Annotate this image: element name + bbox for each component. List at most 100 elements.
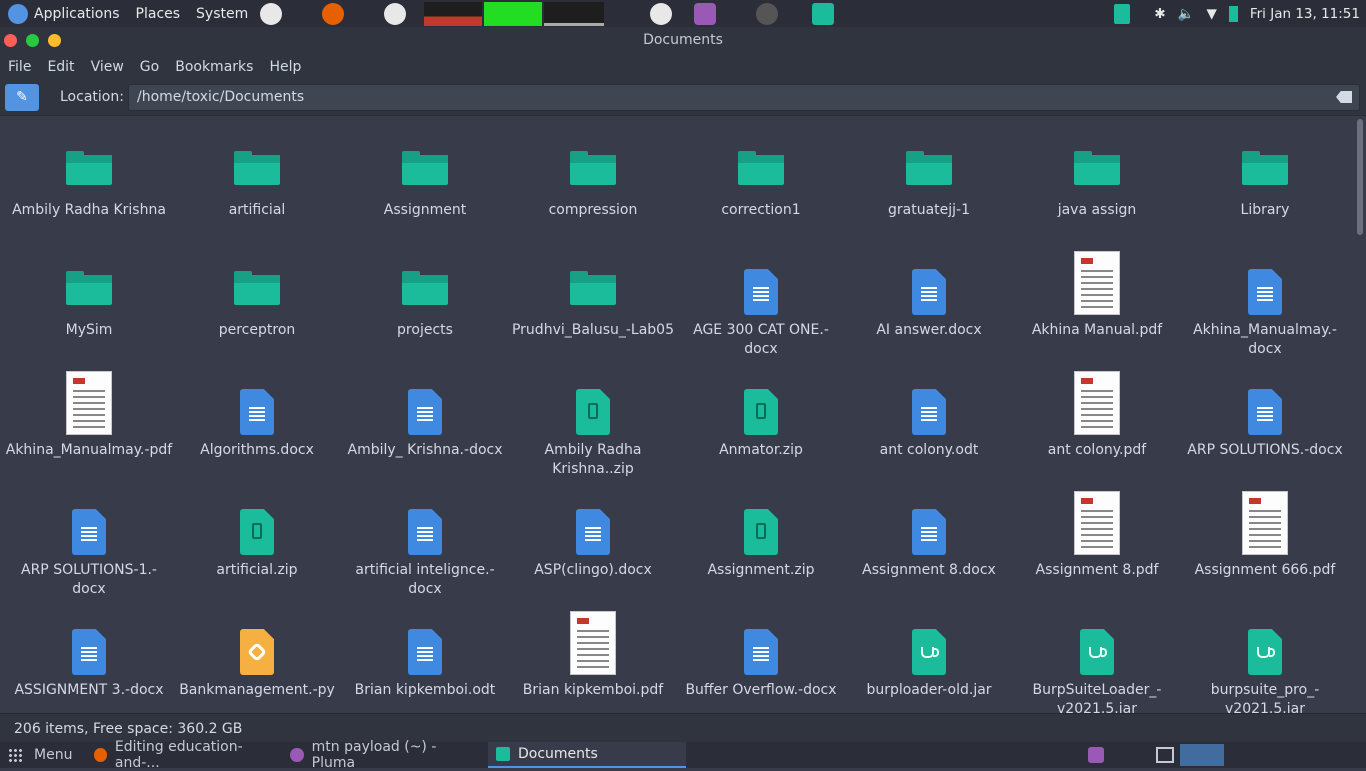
- edit-location-toggle-button[interactable]: ✎: [5, 84, 39, 111]
- file-item[interactable]: Bankmanagement.-py: [173, 609, 341, 700]
- menu-edit[interactable]: Edit: [39, 59, 82, 75]
- file-item[interactable]: Assignment: [341, 129, 509, 220]
- document-icon: [240, 389, 274, 435]
- file-name-label: Brian kipkemboi.pdf: [522, 682, 664, 698]
- launcher-icon-2[interactable]: [384, 2, 407, 25]
- folder-icon: [1242, 151, 1288, 185]
- file-item[interactable]: Assignment.zip: [677, 489, 845, 580]
- battery-icon[interactable]: [1228, 5, 1238, 22]
- file-item[interactable]: Prudhvi_Balusu_-Lab05: [509, 249, 677, 340]
- file-icon-view[interactable]: Ambily Radha Krishna artificial Assignment…: [0, 117, 1354, 713]
- file-item[interactable]: Anmator.zip: [677, 369, 845, 460]
- file-item[interactable]: Akhina_Manualmay.-pdf: [5, 369, 173, 460]
- task-firefox[interactable]: Editing education-and-...: [86, 739, 282, 771]
- java-archive-icon: [1080, 629, 1114, 675]
- file-name-label: projects: [397, 322, 453, 338]
- workspace-switcher-icon[interactable]: [1156, 747, 1174, 763]
- launcher-icon[interactable]: [260, 2, 283, 25]
- app-icon-1[interactable]: [650, 2, 673, 25]
- file-icon-holder: [173, 609, 341, 675]
- applications-menu[interactable]: Applications: [0, 0, 128, 27]
- file-icon-holder: [845, 489, 1013, 555]
- file-name-label: Bankmanagement.-py: [179, 682, 335, 698]
- folder-icon: [402, 271, 448, 305]
- file-item[interactable]: ASSIGNMENT 3.-docx: [5, 609, 173, 700]
- file-item[interactable]: perceptron: [173, 249, 341, 340]
- file-item[interactable]: compression: [509, 129, 677, 220]
- menu-help[interactable]: Help: [261, 59, 309, 75]
- menu-bookmarks[interactable]: Bookmarks: [167, 59, 261, 75]
- document-icon: [912, 269, 946, 315]
- file-icon-holder: [509, 249, 677, 315]
- file-item[interactable]: Buffer Overflow.-docx: [677, 609, 845, 700]
- file-manager-icon: [496, 747, 510, 761]
- file-item[interactable]: correction1: [677, 129, 845, 220]
- status-text: 206 items, Free space: 360.2 GB: [14, 721, 243, 737]
- file-item[interactable]: BurpSuiteLoader_-v2021.5.jar: [1013, 609, 1181, 713]
- file-item[interactable]: Ambily_ Krishna.-docx: [341, 369, 509, 460]
- file-item[interactable]: AI answer.docx: [845, 249, 1013, 340]
- file-item[interactable]: artificial: [173, 129, 341, 220]
- file-item[interactable]: Brian kipkemboi.odt: [341, 609, 509, 700]
- menu-view[interactable]: View: [83, 59, 132, 75]
- document-icon: [1248, 269, 1282, 315]
- system-menu[interactable]: System: [188, 0, 256, 27]
- file-item[interactable]: Akhina Manual.pdf: [1013, 249, 1181, 340]
- location-bar: ✎ Location: /home/toxic/Documents: [0, 80, 1366, 116]
- file-item[interactable]: Assignment 666.pdf: [1181, 489, 1349, 580]
- places-menu[interactable]: Places: [128, 0, 189, 27]
- file-item[interactable]: Brian kipkemboi.pdf: [509, 609, 677, 700]
- menu-file[interactable]: File: [0, 59, 39, 75]
- file-item[interactable]: AGE 300 CAT ONE.-docx: [677, 249, 845, 359]
- file-item[interactable]: ARP SOLUTIONS-1.-docx: [5, 489, 173, 599]
- file-icon-holder: [677, 249, 845, 315]
- file-item[interactable]: Ambily Radha Krishna..zip: [509, 369, 677, 479]
- file-item[interactable]: artificial intelignce.-docx: [341, 489, 509, 599]
- clock[interactable]: Fri Jan 13, 11:51: [1250, 6, 1360, 22]
- java-archive-icon: [912, 629, 946, 675]
- folder-icon: [234, 151, 280, 185]
- file-item[interactable]: java assign: [1013, 129, 1181, 220]
- folder-icon: [1074, 151, 1120, 185]
- file-item[interactable]: projects: [341, 249, 509, 340]
- pluma-tray-icon[interactable]: [1088, 747, 1104, 763]
- file-item[interactable]: ant colony.odt: [845, 369, 1013, 460]
- file-item[interactable]: ASP(clingo).docx: [509, 489, 677, 580]
- file-name-label: Akhina_Manualmay.-docx: [1193, 322, 1337, 357]
- terminal-icon[interactable]: [756, 2, 779, 25]
- volume-icon[interactable]: 🔈: [1178, 6, 1195, 22]
- text-editor-icon[interactable]: [694, 2, 717, 25]
- file-item[interactable]: Assignment 8.docx: [845, 489, 1013, 580]
- main-menu-button[interactable]: Menu: [0, 742, 86, 768]
- firefox-icon[interactable]: [322, 2, 345, 25]
- file-item[interactable]: Algorithms.docx: [173, 369, 341, 460]
- file-item[interactable]: ARP SOLUTIONS.-docx: [1181, 369, 1349, 460]
- firefox-icon: [94, 748, 107, 762]
- wifi-icon[interactable]: ▼: [1206, 6, 1216, 22]
- menu-go[interactable]: Go: [132, 59, 167, 75]
- file-icon-holder: [1013, 489, 1181, 555]
- window-titlebar[interactable]: Documents: [0, 27, 1366, 54]
- file-icon-holder: [341, 369, 509, 435]
- file-item[interactable]: Akhina_Manualmay.-docx: [1181, 249, 1349, 359]
- file-item[interactable]: MySim: [5, 249, 173, 340]
- workspace-active-icon[interactable]: [1180, 744, 1224, 766]
- file-manager-icon[interactable]: [812, 2, 835, 25]
- file-item[interactable]: gratuatejj-1: [845, 129, 1013, 220]
- file-item[interactable]: burploader-old.jar: [845, 609, 1013, 700]
- file-item[interactable]: artificial.zip: [173, 489, 341, 580]
- bluetooth-icon[interactable]: ✱: [1154, 6, 1165, 22]
- file-item[interactable]: Assignment 8.pdf: [1013, 489, 1181, 580]
- file-item[interactable]: burpsuite_pro_-v2021.5.jar: [1181, 609, 1349, 713]
- task-pluma[interactable]: mtn payload (~) - Pluma: [282, 739, 488, 771]
- applications-label: Applications: [34, 5, 120, 22]
- task-documents[interactable]: Documents: [488, 742, 686, 768]
- archive-icon: [240, 509, 274, 555]
- location-input[interactable]: /home/toxic/Documents: [128, 84, 1360, 111]
- file-item[interactable]: Library: [1181, 129, 1349, 220]
- file-item[interactable]: Ambily Radha Krishna: [5, 129, 173, 220]
- file-manager-tray-icon[interactable]: [1114, 3, 1131, 24]
- file-item[interactable]: ant colony.pdf: [1013, 369, 1181, 460]
- vertical-scrollbar[interactable]: [1357, 119, 1363, 235]
- python-file-icon: [240, 629, 274, 675]
